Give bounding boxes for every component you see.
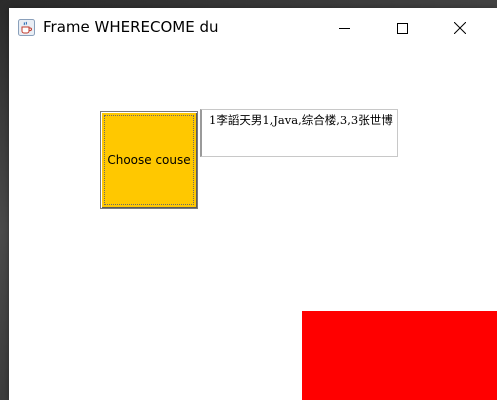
content-pane: Choose couse 1李謟天男1,Java,综合楼,3,3张世博	[9, 49, 497, 400]
maximize-icon	[396, 19, 408, 38]
app-window: Frame WHERECOME du Choose couse 1李謟天男1,J…	[9, 8, 497, 400]
course-info-textarea[interactable]: 1李謟天男1,Java,综合楼,3,3张世博	[200, 109, 398, 157]
red-panel	[302, 311, 497, 400]
close-button[interactable]	[431, 8, 489, 49]
minimize-icon	[338, 19, 350, 38]
close-icon	[453, 19, 467, 38]
maximize-button[interactable]	[373, 8, 431, 49]
window-title: Frame WHERECOME du	[43, 18, 219, 36]
choose-course-label: Choose couse	[107, 153, 191, 167]
java-cup-icon	[18, 19, 35, 36]
choose-course-button[interactable]: Choose couse	[100, 111, 198, 209]
minimize-button[interactable]	[315, 8, 373, 49]
title-bar[interactable]: Frame WHERECOME du	[9, 8, 497, 49]
